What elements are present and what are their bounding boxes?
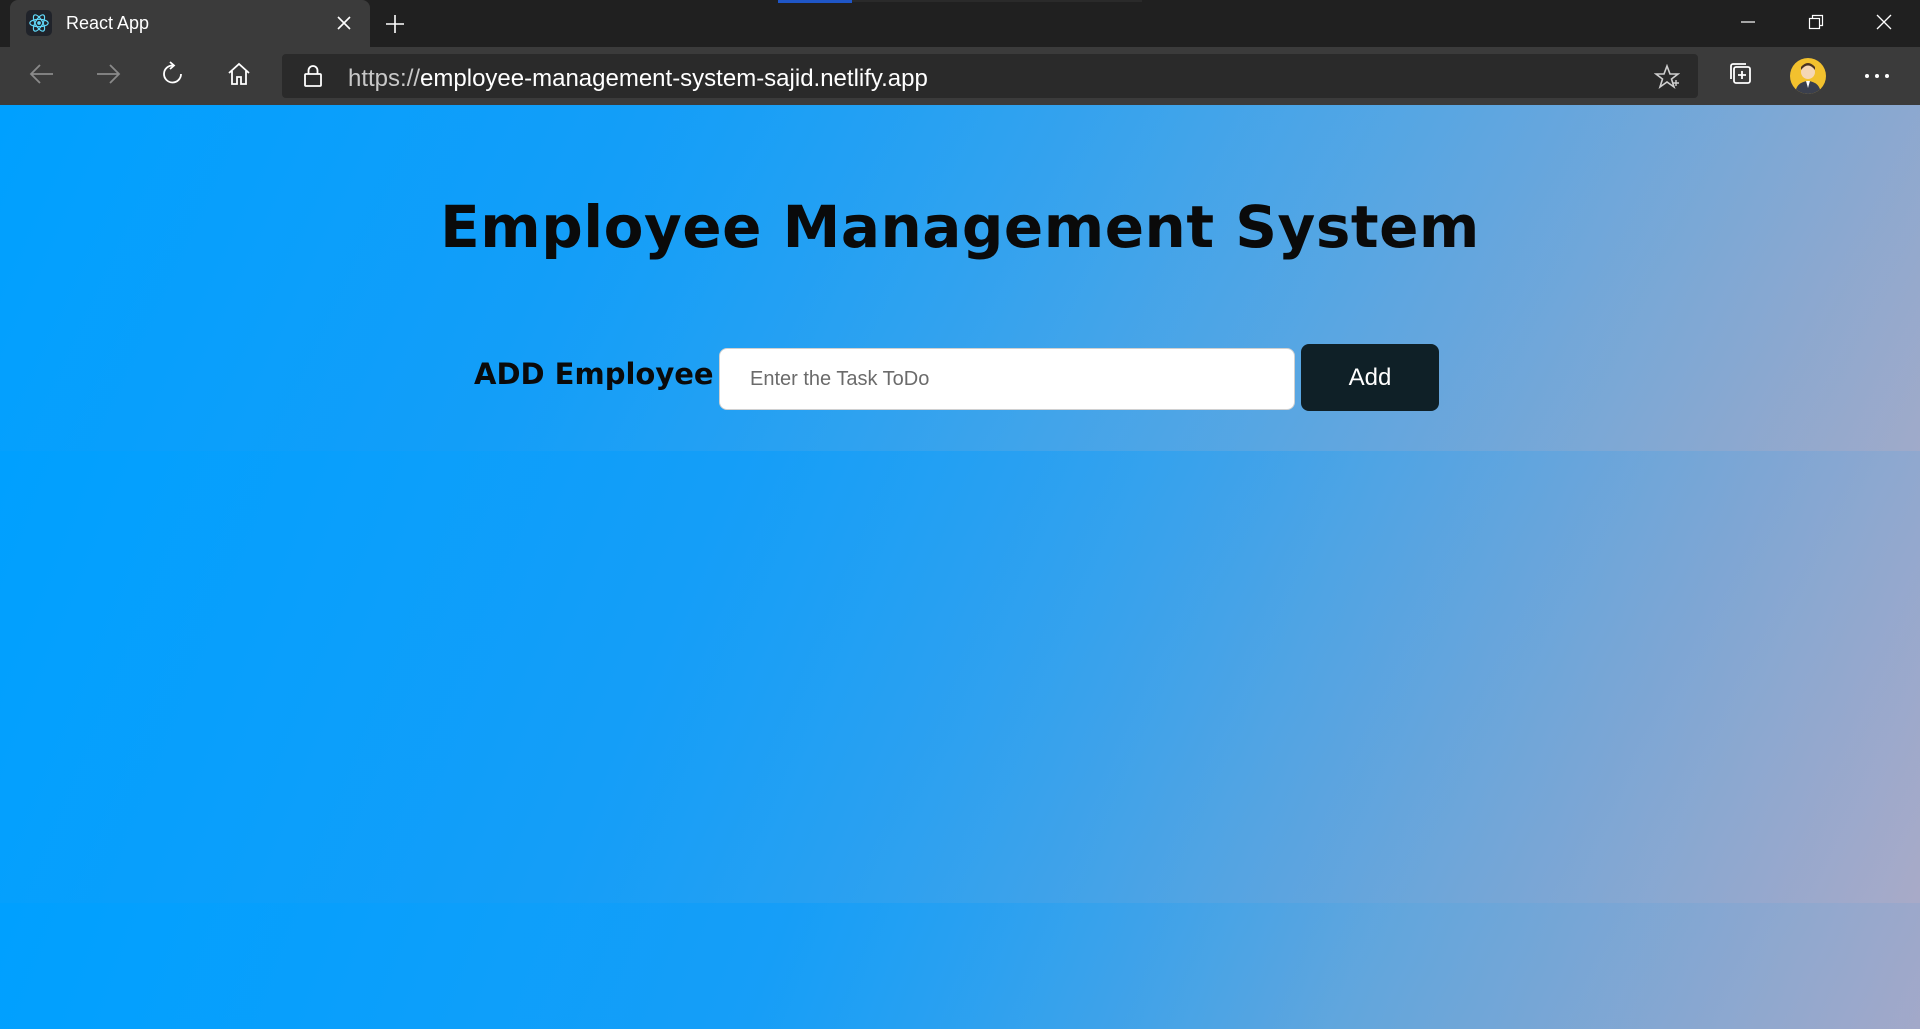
browser-toolbar: https://employee-management-system-sajid… bbox=[0, 47, 1920, 105]
refresh-button[interactable] bbox=[152, 55, 194, 97]
page-content: Employee Management System ADD Employee … bbox=[0, 105, 1920, 1029]
back-button[interactable] bbox=[21, 55, 63, 97]
home-icon bbox=[226, 61, 252, 92]
background-band bbox=[0, 451, 1920, 903]
lock-icon bbox=[302, 64, 324, 93]
more-icon bbox=[1864, 67, 1890, 85]
arrow-right-icon bbox=[95, 63, 121, 90]
close-window-icon[interactable] bbox=[1852, 0, 1916, 44]
react-logo-icon bbox=[26, 10, 52, 36]
url-text: https://employee-management-system-sajid… bbox=[348, 65, 928, 93]
minimize-icon[interactable] bbox=[1716, 0, 1780, 44]
new-tab-icon[interactable] bbox=[380, 9, 410, 39]
close-tab-icon[interactable] bbox=[332, 11, 356, 35]
star-icon[interactable] bbox=[1653, 63, 1681, 95]
employee-input[interactable] bbox=[719, 348, 1295, 410]
refresh-icon bbox=[160, 60, 186, 92]
more-button[interactable] bbox=[1857, 56, 1897, 96]
collections-button[interactable] bbox=[1721, 56, 1761, 96]
loading-indicator bbox=[778, 0, 852, 3]
url-host: employee-management-system-sajid.netlify… bbox=[420, 65, 928, 92]
page-title: Employee Management System bbox=[440, 193, 1480, 261]
home-button[interactable] bbox=[218, 55, 260, 97]
add-employee-label: ADD Employee : bbox=[474, 357, 736, 391]
browser-tab[interactable]: React App bbox=[10, 0, 370, 47]
add-button[interactable]: Add bbox=[1301, 344, 1439, 411]
background-band bbox=[0, 903, 1920, 1029]
collections-icon bbox=[1728, 61, 1754, 92]
forward-button[interactable] bbox=[87, 55, 129, 97]
address-bar[interactable]: https://employee-management-system-sajid… bbox=[282, 54, 1698, 98]
restore-icon[interactable] bbox=[1784, 0, 1848, 44]
url-scheme: https:// bbox=[348, 65, 421, 92]
loading-track bbox=[852, 0, 1142, 2]
arrow-left-icon bbox=[29, 63, 55, 90]
tab-title: React App bbox=[66, 13, 150, 33]
browser-titlebar: React App bbox=[0, 0, 1920, 47]
profile-avatar[interactable] bbox=[1790, 58, 1826, 94]
